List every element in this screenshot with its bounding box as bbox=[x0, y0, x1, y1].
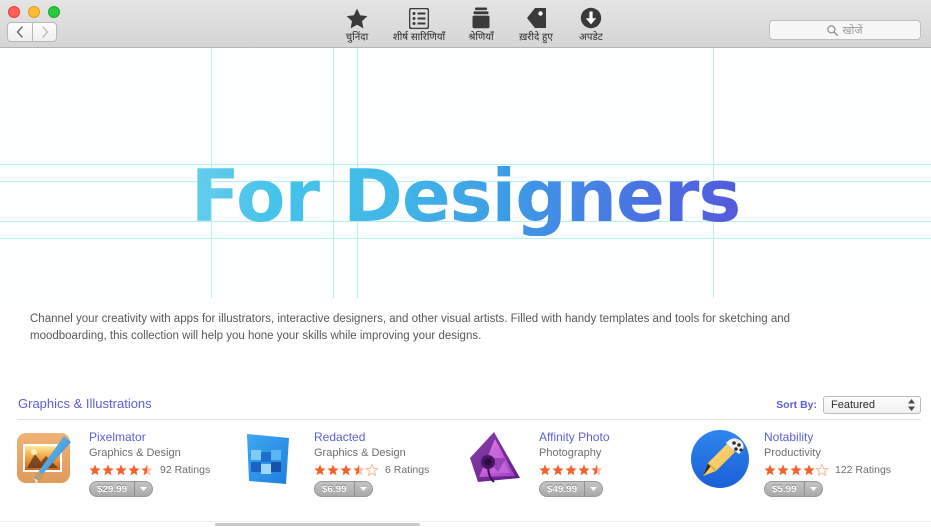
star-rating-icon bbox=[89, 464, 155, 476]
app-rating bbox=[539, 463, 610, 476]
tab-categories[interactable]: श्रेणियाँ bbox=[455, 3, 507, 44]
app-rating: 92 Ratings bbox=[89, 463, 210, 476]
chevron-down-icon[interactable] bbox=[584, 482, 602, 496]
close-button[interactable] bbox=[8, 6, 20, 18]
price-button[interactable]: $5.99 bbox=[764, 481, 823, 497]
star-rating-icon bbox=[539, 464, 605, 476]
chevron-down-icon[interactable] bbox=[134, 482, 152, 496]
price-label: $49.99 bbox=[547, 483, 578, 495]
app-card[interactable]: Affinity Photo Photography $49.99 bbox=[464, 428, 689, 497]
app-name[interactable]: Notability bbox=[764, 430, 891, 445]
sort-control: Sort By: Featured bbox=[776, 396, 921, 414]
app-name[interactable]: Redacted bbox=[314, 430, 429, 445]
section-divider bbox=[18, 419, 921, 420]
price-label: $5.99 bbox=[772, 483, 797, 495]
notability-icon bbox=[689, 428, 753, 492]
rating-count: 92 Ratings bbox=[160, 463, 211, 476]
app-category: Photography bbox=[539, 447, 602, 459]
app-info: Redacted Graphics & Design 6 Ratings $6.… bbox=[314, 428, 429, 497]
chevron-down-icon[interactable] bbox=[803, 482, 822, 496]
rating-count: 6 Ratings bbox=[385, 463, 430, 476]
pixelmator-icon bbox=[14, 428, 78, 492]
app-card[interactable]: Pixelmator Graphics & Design 92 Ratings … bbox=[14, 428, 239, 497]
app-name[interactable]: Affinity Photo bbox=[539, 430, 610, 445]
window-controls bbox=[8, 6, 60, 18]
app-rating: 122 Ratings bbox=[764, 463, 891, 476]
tag-icon bbox=[526, 3, 547, 29]
tab-purchased[interactable]: ख़रीदे हुए bbox=[507, 3, 565, 44]
tab-top-charts-label: शीर्ष सारिणियाँ bbox=[392, 32, 446, 43]
star-rating-icon bbox=[764, 463, 830, 476]
app-info: Affinity Photo Photography $49.99 bbox=[539, 428, 610, 497]
app-category: Graphics & Design bbox=[89, 447, 181, 459]
redacted-icon bbox=[239, 428, 303, 492]
hero-banner: For Designers bbox=[0, 48, 931, 298]
download-icon bbox=[580, 3, 602, 29]
tab-purchased-label: ख़रीदे हुए bbox=[519, 32, 553, 43]
forward-arrow-icon bbox=[41, 26, 48, 38]
sort-by-select[interactable]: Featured bbox=[823, 396, 921, 414]
app-grid: Pixelmator Graphics & Design 92 Ratings … bbox=[14, 428, 923, 497]
affinity-photo-icon bbox=[464, 428, 528, 492]
price-button[interactable]: $29.99 bbox=[89, 481, 154, 497]
minimize-button[interactable] bbox=[28, 6, 40, 18]
scrollbar-thumb[interactable] bbox=[215, 523, 420, 526]
price-button[interactable]: $49.99 bbox=[539, 481, 604, 497]
search-placeholder: खोजें bbox=[842, 24, 863, 37]
collection-description: Channel your creativity with apps for il… bbox=[30, 313, 791, 342]
hero-title: For Designers bbox=[0, 156, 931, 236]
section-title[interactable]: Graphics & Illustrations bbox=[18, 396, 152, 411]
app-name[interactable]: Pixelmator bbox=[89, 430, 210, 445]
chevron-down-icon[interactable] bbox=[353, 482, 372, 496]
boxes-icon bbox=[472, 3, 490, 29]
rating-count: 122 Ratings bbox=[835, 463, 892, 476]
price-label: $29.99 bbox=[97, 483, 128, 495]
horizontal-scrollbar[interactable] bbox=[0, 521, 931, 527]
section-header: Graphics & Illustrations Sort By: Featur… bbox=[0, 396, 931, 418]
search-icon bbox=[827, 24, 839, 36]
star-rating-icon bbox=[314, 463, 380, 476]
guide-line-horizontal bbox=[0, 238, 931, 239]
list-icon bbox=[409, 3, 429, 29]
tab-featured[interactable]: चुनिंदा bbox=[331, 3, 383, 44]
toolbar: चुनिंदा शीर्ष सारिणियाँ श्रेणियाँ ख़रीदे… bbox=[0, 0, 931, 48]
app-rating: 6 Ratings bbox=[314, 463, 429, 476]
app-card[interactable]: Redacted Graphics & Design 6 Ratings $6.… bbox=[239, 428, 464, 497]
back-arrow-icon bbox=[16, 26, 23, 38]
forward-button[interactable] bbox=[32, 22, 57, 42]
sort-by-value: Featured bbox=[831, 399, 876, 411]
tab-top-charts[interactable]: शीर्ष सारिणियाँ bbox=[383, 3, 455, 44]
app-store-window: चुनिंदा शीर्ष सारिणियाँ श्रेणियाँ ख़रीदे… bbox=[0, 0, 931, 527]
tab-categories-label: श्रेणियाँ bbox=[468, 32, 494, 43]
search-input[interactable]: खोजें bbox=[769, 20, 921, 40]
app-card[interactable]: Notability Productivity 122 Ratings $5.9… bbox=[689, 428, 914, 497]
tab-featured-label: चुनिंदा bbox=[345, 32, 369, 43]
app-info: Notability Productivity 122 Ratings $5.9… bbox=[764, 428, 891, 497]
price-button[interactable]: $6.99 bbox=[314, 481, 373, 497]
toolbar-tabs: चुनिंदा शीर्ष सारिणियाँ श्रेणियाँ ख़रीदे… bbox=[331, 3, 617, 44]
sort-by-label: Sort By: bbox=[776, 399, 817, 411]
app-category: Graphics & Design bbox=[314, 447, 406, 459]
stepper-arrows-icon bbox=[908, 399, 915, 411]
tab-updates[interactable]: अपडेट bbox=[565, 3, 617, 44]
app-info: Pixelmator Graphics & Design 92 Ratings … bbox=[89, 428, 210, 497]
back-button[interactable] bbox=[7, 22, 32, 42]
star-icon bbox=[346, 3, 368, 29]
tab-updates-label: अपडेट bbox=[579, 32, 603, 43]
zoom-button[interactable] bbox=[48, 6, 60, 18]
price-label: $6.99 bbox=[322, 483, 347, 495]
navigation-buttons bbox=[7, 22, 57, 42]
app-category: Productivity bbox=[764, 447, 821, 459]
